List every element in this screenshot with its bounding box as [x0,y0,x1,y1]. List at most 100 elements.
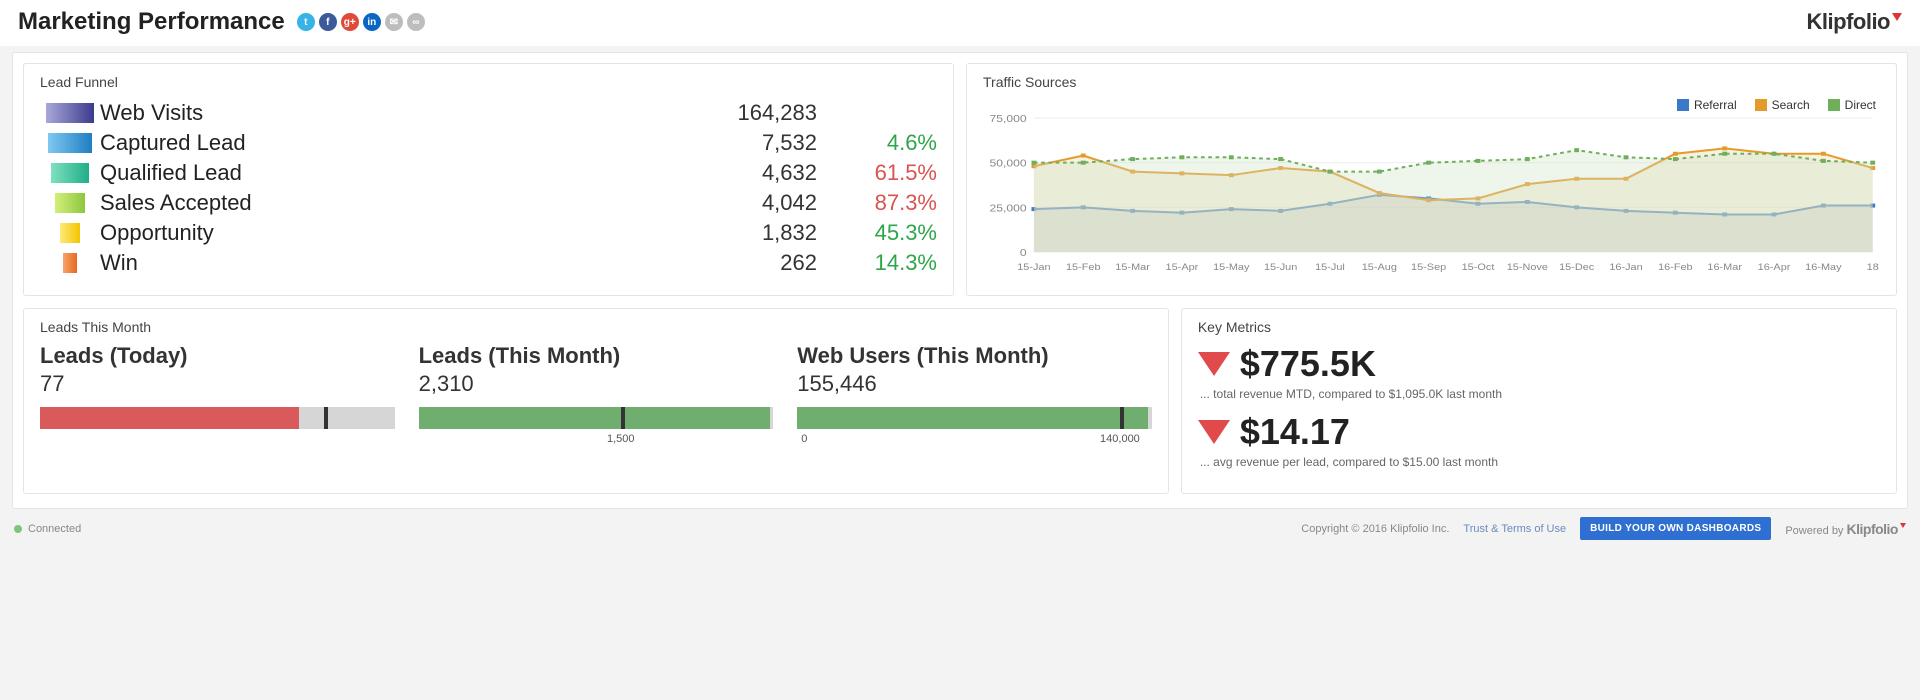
scale-label: 0 [801,433,807,445]
svg-text:15-May: 15-May [1213,263,1249,273]
svg-text:15-Apr: 15-Apr [1166,263,1199,273]
legend-item[interactable]: Search [1755,98,1810,112]
metric-sub: ... avg revenue per lead, compared to $1… [1200,455,1880,469]
svg-text:15-Nove: 15-Nove [1507,263,1549,273]
svg-text:15-Sep: 15-Sep [1411,263,1447,273]
cta-button[interactable]: BUILD YOUR OWN DASHBOARDS [1580,517,1771,540]
panel-lead-funnel: Lead Funnel Web Visits164,283Captured Le… [23,63,954,296]
bullet-bar-fill [797,407,1148,429]
facebook-icon[interactable]: f [319,13,337,31]
link-icon[interactable]: ∞ [407,13,425,31]
metric-value: $14.17 [1240,411,1350,453]
funnel-label: Captured Lead [100,130,677,156]
funnel-label: Qualified Lead [100,160,677,186]
powered-by: Powered by Klipfolio [1785,521,1906,537]
status-text: Connected [28,523,81,535]
svg-text:15-Feb: 15-Feb [1066,263,1101,273]
panel-leads-this-month: Leads This Month Leads (Today)77Leads (T… [23,308,1169,494]
funnel-value: 262 [677,250,817,276]
funnel-value: 7,532 [677,130,817,156]
google-plus-icon[interactable]: g+ [341,13,359,31]
legend-swatch-icon [1828,99,1840,111]
svg-text:15-Jul: 15-Jul [1315,263,1345,273]
svg-text:16-Mar: 16-Mar [1707,263,1742,273]
metric: $775.5K... total revenue MTD, compared t… [1198,343,1880,401]
funnel-value: 4,042 [677,190,817,216]
svg-text:16-Feb: 16-Feb [1658,263,1693,273]
brand-triangle-icon [1892,13,1902,21]
funnel-row: Sales Accepted4,04287.3% [40,188,937,218]
svg-text:15-Jan: 15-Jan [1017,263,1050,273]
funnel-pct: 45.3% [817,220,937,246]
trend-down-icon [1198,352,1230,376]
funnel-pct: 4.6% [817,130,937,156]
bullet-bar [40,407,395,429]
legend-swatch-icon [1755,99,1767,111]
funnel-pct: 14.3% [817,250,937,276]
funnel-value: 164,283 [677,100,817,126]
svg-text:16-Apr: 16-Apr [1758,263,1791,273]
brand-logo[interactable]: Klipfolio [1807,9,1902,35]
funnel-row: Opportunity1,83245.3% [40,218,937,248]
trend-down-icon [1198,420,1230,444]
svg-text:15-Oct: 15-Oct [1462,263,1495,273]
panel-key-metrics: Key Metrics $775.5K... total revenue MTD… [1181,308,1897,494]
funnel-row: Web Visits164,283 [40,98,937,128]
funnel-label: Opportunity [100,220,677,246]
bullet-bar-tick [324,407,328,429]
bullet-value: 77 [40,371,395,397]
brand-triangle-icon [1900,523,1906,528]
funnel-row: Win26214.3% [40,248,937,278]
funnel-bar-icon [55,193,85,213]
traffic-chart-svg: 025,00050,00075,00015-Jan15-Feb15-Mar15-… [983,98,1880,278]
svg-text:75,000: 75,000 [990,114,1027,125]
bullet-value: 2,310 [419,371,774,397]
bullet-value: 155,446 [797,371,1152,397]
funnel-value: 1,832 [677,220,817,246]
funnel-row: Captured Lead7,5324.6% [40,128,937,158]
chart-legend: Referral Search Direct [1677,98,1876,112]
page-title: Marketing Performance [18,8,285,36]
twitter-icon[interactable]: t [297,13,315,31]
panel-title: Lead Funnel [40,74,937,90]
panel-title: Traffic Sources [983,74,1880,90]
svg-text:15-Mar: 15-Mar [1115,263,1150,273]
copyright: Copyright © 2016 Klipfolio Inc. [1301,523,1449,535]
bullet-heading: Leads (This Month) [419,343,774,369]
email-icon[interactable]: ✉ [385,13,403,31]
funnel-bar-icon [60,223,80,243]
svg-text:15-Jun: 15-Jun [1264,263,1297,273]
bullet-bar-tick [621,407,625,429]
funnel-label: Win [100,250,677,276]
bullet-heading: Leads (Today) [40,343,395,369]
legend-item[interactable]: Direct [1828,98,1876,112]
metric: $14.17 ... avg revenue per lead, compared… [1198,411,1880,469]
bullet-bar [797,407,1152,429]
terms-link[interactable]: Trust & Terms of Use [1463,523,1566,535]
scale-label: 140,000 [1100,433,1140,445]
legend-item[interactable]: Referral [1677,98,1737,112]
footer: Connected Copyright © 2016 Klipfolio Inc… [0,509,1920,548]
funnel-pct: 87.3% [817,190,937,216]
bullet-scale: 0 140,000 [797,433,1152,447]
status-dot-icon [14,525,22,533]
svg-text:18: 18 [1867,263,1880,273]
funnel-bar-icon [51,163,89,183]
funnel-pct: 61.5% [817,160,937,186]
bullet-chart: Leads (This Month)2,310 1,500 [419,343,774,447]
svg-text:25,000: 25,000 [990,203,1027,214]
traffic-chart: ReferralSearchDirect 025,00050,00075,000… [983,98,1880,281]
brand-text: Klipfolio [1847,521,1899,537]
panel-title: Leads This Month [40,319,1152,335]
bullet-bar-fill [40,407,299,429]
linkedin-icon[interactable]: in [363,13,381,31]
bullet-scale: 1,500 [419,433,774,447]
svg-text:0: 0 [1020,248,1027,259]
bullet-chart: Web Users (This Month)155,4460140,000 [797,343,1152,447]
svg-text:15-Dec: 15-Dec [1559,263,1594,273]
bullet-chart: Leads (Today)77 [40,343,395,447]
legend-swatch-icon [1677,99,1689,111]
topbar: Marketing Performance t f g+ in ✉ ∞ Klip… [0,0,1920,46]
funnel-value: 4,632 [677,160,817,186]
bullet-scale [40,433,395,447]
